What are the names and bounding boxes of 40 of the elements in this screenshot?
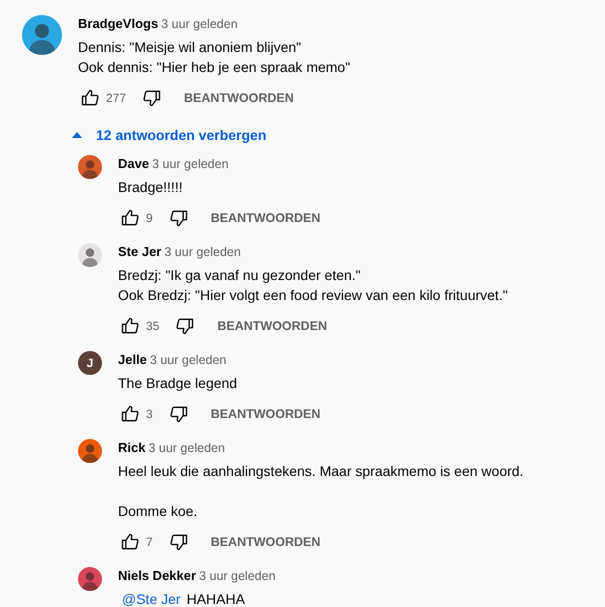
replies-toggle[interactable]: 12 antwoorden verbergen	[72, 123, 266, 147]
reply-button[interactable]: BEANTWOORDEN	[190, 208, 320, 228]
timestamp[interactable]: 3 uur geleden	[161, 17, 238, 31]
reply-button[interactable]: BEANTWOORDEN	[164, 88, 294, 108]
like-count: 277	[106, 90, 126, 107]
comment-text: Bredzj: "Ik ga vanaf nu gezonder eten."	[118, 266, 362, 285]
timestamp[interactable]: 3 uur geleden	[199, 569, 276, 583]
avatar[interactable]	[78, 155, 102, 179]
author-name[interactable]: BradgeVlogs	[78, 16, 158, 31]
timestamp[interactable]: 3 uur geleden	[150, 353, 226, 367]
comment-text: Bradge!!!!!	[118, 178, 184, 197]
avatar[interactable]: J	[78, 351, 102, 375]
author-name[interactable]: Ste Jer	[118, 244, 162, 259]
comment-text: Heel leuk die aanhalingstekens. Maar spraakmemo is een woord.	[118, 462, 524, 481]
comment-text: Ook dennis: "Hier heb je een spraak memo"	[78, 58, 350, 77]
like-count: 3	[146, 406, 153, 423]
reply-button[interactable]: BEANTWOORDEN	[190, 532, 320, 552]
timestamp[interactable]: 3 uur geleden	[148, 441, 225, 455]
timestamp[interactable]: 3 uur geleden	[164, 245, 241, 259]
avatar[interactable]	[78, 567, 102, 591]
comment-text: HAHAHA	[186, 591, 245, 607]
avatar[interactable]	[78, 439, 102, 463]
like-count: 9	[146, 210, 153, 227]
author-name[interactable]: Rick	[118, 440, 146, 455]
avatar[interactable]	[22, 15, 62, 55]
like-count: 35	[146, 318, 160, 335]
caret-up-icon	[72, 132, 82, 138]
timestamp[interactable]: 3 uur geleden	[152, 157, 229, 171]
comment-text: Domme koe.	[118, 502, 198, 521]
comment-text: The Bradge legend	[118, 374, 238, 393]
comment-text: Ook Bredzj: "Hier volgt een food review van een kilo frituurvet."	[118, 286, 508, 305]
author-name[interactable]: Dave	[118, 156, 150, 171]
comment-text: Dennis: "Meisje wil anoniem blijven"	[78, 38, 302, 57]
reply-button[interactable]: BEANTWOORDEN	[190, 404, 320, 424]
author-name[interactable]: Jelle	[118, 352, 147, 367]
author-name[interactable]: Niels Dekker	[118, 568, 196, 583]
avatar[interactable]	[78, 243, 102, 267]
like-count: 7	[146, 534, 153, 551]
reply-button[interactable]: BEANTWOORDEN	[197, 316, 328, 336]
mention-link[interactable]: @Ste Jer	[122, 591, 181, 607]
